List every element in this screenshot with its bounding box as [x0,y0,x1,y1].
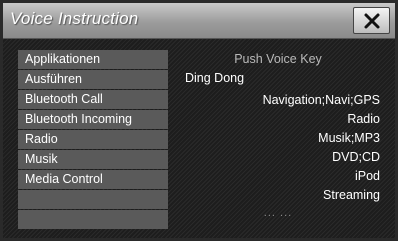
command-panel: Push Voice Key Ding Dong Navigation;Navi… [173,50,383,235]
command-list: Navigation;Navi;GPS Radio Musik;MP3 DVD;… [173,91,380,205]
command-item: Radio [347,112,380,126]
close-icon [364,13,379,28]
category-list: Applikationen Ausführen Bluetooth Call B… [18,50,168,230]
content-area: Applikationen Ausführen Bluetooth Call B… [3,39,395,238]
list-item-bluetooth-incoming[interactable]: Bluetooth Incoming [18,110,168,129]
list-item-applikationen[interactable]: Applikationen [18,50,168,69]
command-item: Streaming [323,188,380,202]
more-indicator: ... ... [263,207,293,219]
list-item-empty [18,190,168,209]
window-title: Voice Instruction [10,9,139,28]
list-item-media-control[interactable]: Media Control [18,170,168,189]
command-item: Navigation;Navi;GPS [262,93,380,107]
command-item: Musik;MP3 [318,131,380,145]
voice-instruction-window: Voice Instruction Applikationen Ausführe… [0,0,398,241]
list-item-empty [18,210,168,229]
list-item-radio[interactable]: Radio [18,130,168,149]
list-item-musik[interactable]: Musik [18,150,168,169]
command-item: DVD;CD [332,150,380,164]
command-item: iPod [354,169,380,183]
list-item-ausfuehren[interactable]: Ausführen [18,70,168,89]
panel-header: Push Voice Key [234,52,322,66]
list-item-bluetooth-call[interactable]: Bluetooth Call [18,90,168,109]
close-button[interactable] [353,7,390,34]
sub-label: Ding Dong [185,71,245,85]
title-bar: Voice Instruction [3,3,395,39]
